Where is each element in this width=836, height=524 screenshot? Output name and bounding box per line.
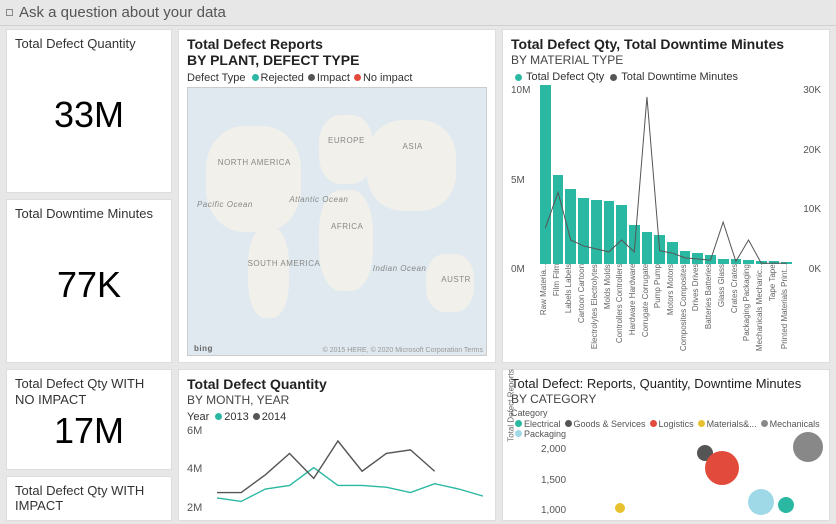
scatter-point[interactable] [705,451,739,485]
y-axis-left: 10M5M0M [511,85,539,264]
map-credit: © 2015 HERE, © 2020 Microsoft Corporatio… [323,347,483,354]
map-tile[interactable]: Total Defect Reports BY PLANT, DEFECT TY… [178,29,496,363]
month-legend: Year 20132014 [187,411,487,423]
combo-legend: Total Defect QtyTotal Downtime Minutes [511,71,821,83]
plot-area [217,425,483,514]
kpi-title: Total Defect Quantity [15,36,163,52]
scatter-point[interactable] [793,432,823,462]
scatter-legend: Category ElectricalGoods & ServicesLogis… [511,408,821,439]
scatter-point[interactable] [615,503,625,513]
chart-subtitle: BY PLANT, DEFECT TYPE [187,52,487,68]
map-label: Atlantic Ocean [289,195,348,204]
kpi-total-defect-qty[interactable]: Total Defect Quantity 33M [6,29,172,193]
kpi-with-impact[interactable]: Total Defect Qty WITH IMPACT [6,476,172,521]
qna-icon [6,9,13,16]
chart-subtitle: BY CATEGORY [511,392,821,406]
qna-bar[interactable]: Ask a question about your data [0,0,836,26]
month-chart: 6M4M2M [187,425,487,514]
map-label: EUROPE [328,136,365,145]
y-axis-title: Total Defect Reports [511,441,525,514]
map-label: AUSTR [441,275,471,284]
kpi-column-bottom: Total Defect Qty WITH NO IMPACT 17M Tota… [6,369,172,521]
world-map[interactable]: NORTH AMERICA EUROPE ASIA AFRICA SOUTH A… [187,87,487,356]
map-legend: Defect Type RejectedImpactNo impact [187,72,487,84]
y-axis: 6M4M2M [187,425,217,514]
kpi-title: Total Downtime Minutes [15,206,163,222]
chart-title: Total Defect Reports [187,36,487,52]
plot-area [571,441,815,514]
top-row: Total Defect Quantity 33M Total Downtime… [0,26,836,366]
line-overlay [539,85,793,264]
chart-subtitle: BY MONTH, YEAR [187,393,487,407]
chart-title: Total Defect Quantity [187,376,487,392]
chart-title: Total Defect: Reports, Quantity, Downtim… [511,376,821,391]
x-axis: Raw Materia...Film FilmLabels LabelsCart… [539,264,793,356]
map-label: Pacific Ocean [197,200,253,209]
legend-label: Year [187,411,209,423]
plot-area [539,85,793,264]
map-label: Indian Ocean [373,264,427,273]
month-chart-tile[interactable]: Total Defect Quantity BY MONTH, YEAR Yea… [178,369,496,521]
combo-chart-tile[interactable]: Total Defect Qty, Total Downtime Minutes… [502,29,830,363]
combo-chart: 10M5M0M 30K20K10K0K Raw Materia...Film F… [511,85,821,356]
kpi-title: Total Defect Qty WITH NO IMPACT [15,376,163,407]
line-svg [217,425,483,514]
chart-subtitle: BY MATERIAL TYPE [511,53,821,67]
kpi-title: Total Defect Qty WITH IMPACT [15,483,163,514]
kpi-column-top: Total Defect Quantity 33M Total Downtime… [6,29,172,363]
scatter-plot: Total Defect Reports 2,0001,5001,000 [511,441,821,514]
kpi-no-impact[interactable]: Total Defect Qty WITH NO IMPACT 17M [6,369,172,470]
scatter-point[interactable] [778,497,794,513]
map-label: SOUTH AMERICA [248,259,321,268]
y-axis-ticks: 2,0001,5001,000 [541,441,571,514]
kpi-value: 33M [15,52,163,186]
bing-logo: bing [194,344,213,353]
scatter-tile[interactable]: Total Defect: Reports, Quantity, Downtim… [502,369,830,521]
bottom-row: Total Defect Qty WITH NO IMPACT 17M Tota… [0,366,836,524]
qna-placeholder: Ask a question about your data [19,4,226,21]
kpi-value: 17M [15,407,163,463]
y-axis-right: 30K20K10K0K [793,85,821,264]
map-label: NORTH AMERICA [218,158,291,167]
chart-title: Total Defect Qty, Total Downtime Minutes [511,36,821,52]
scatter-point[interactable] [748,489,774,515]
kpi-value: 77K [15,222,163,356]
map-label: ASIA [403,142,423,151]
legend-label: Category [511,408,548,418]
dashboard: Ask a question about your data Total Def… [0,0,836,524]
kpi-total-downtime[interactable]: Total Downtime Minutes 77K [6,199,172,363]
map-label: AFRICA [331,222,363,231]
legend-label: Defect Type [187,72,246,84]
